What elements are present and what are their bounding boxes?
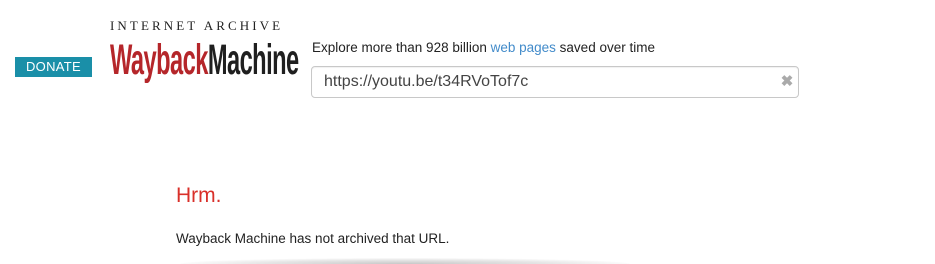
explore-suffix: saved over time bbox=[555, 40, 655, 55]
explore-prefix: Explore more than 928 billion bbox=[312, 40, 491, 55]
url-input[interactable] bbox=[324, 67, 764, 97]
wayback-page: DONATE INTERNET ARCHIVE WaybackMachine E… bbox=[0, 0, 935, 264]
url-search-box[interactable]: ✖ bbox=[311, 66, 799, 98]
logo-wordmark: WaybackMachine bbox=[110, 36, 299, 84]
error-title: Hrm. bbox=[176, 184, 222, 207]
explore-tagline: Explore more than 928 billion web pages … bbox=[312, 40, 655, 55]
error-message: Wayback Machine has not archived that UR… bbox=[176, 231, 450, 246]
logo-internet-archive-text: INTERNET ARCHIVE bbox=[110, 18, 284, 33]
web-pages-link[interactable]: web pages bbox=[491, 40, 556, 55]
clear-icon[interactable]: ✖ bbox=[780, 73, 794, 91]
logo-wayback-text: Wayback bbox=[110, 36, 208, 84]
content-shadow bbox=[180, 258, 630, 264]
wayback-logo[interactable]: INTERNET ARCHIVE WaybackMachine bbox=[110, 18, 299, 88]
donate-button[interactable]: DONATE bbox=[15, 57, 92, 77]
logo-machine-text: Machine bbox=[207, 36, 299, 84]
